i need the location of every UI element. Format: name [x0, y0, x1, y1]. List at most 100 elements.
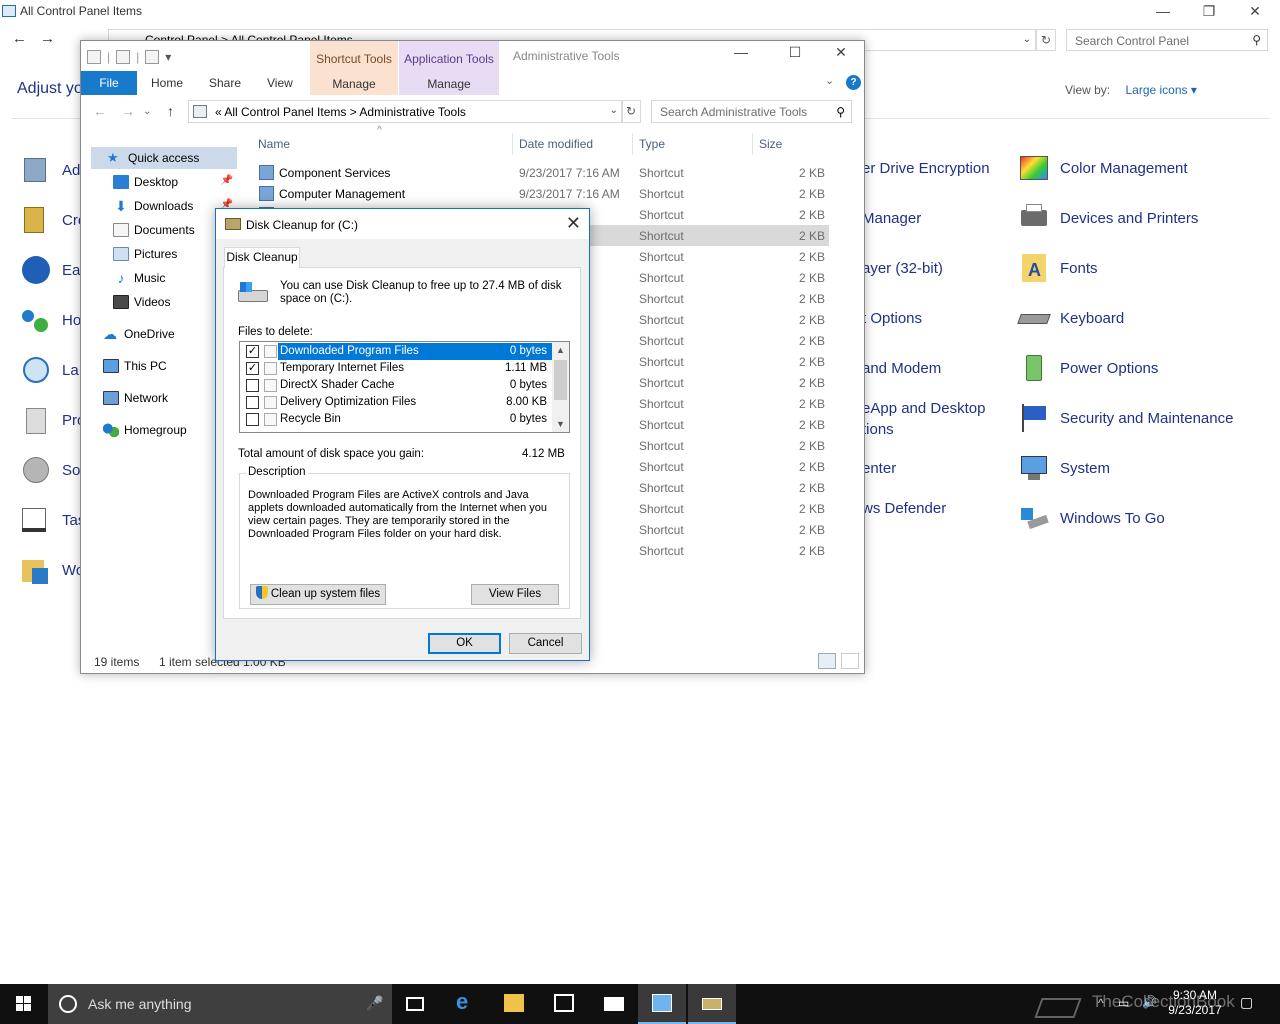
search-control-panel-input[interactable]: Search Control Panel ⚲ [1066, 29, 1268, 51]
maximize-icon[interactable]: ☐ [772, 41, 818, 65]
nav-documents[interactable]: Documents [81, 219, 237, 241]
properties-icon[interactable] [116, 50, 131, 64]
cp-item-taskbar[interactable]: Tas [20, 502, 85, 538]
cp-item-windows-defender[interactable]: ws Defender [862, 490, 946, 526]
network-tray-icon[interactable]: ▭ [1118, 996, 1129, 1010]
files-list-item[interactable]: DirectX Shader Cache 0 bytes [240, 377, 553, 394]
files-list-item[interactable]: ✓ Downloaded Program Files 0 bytes [240, 343, 553, 360]
nav-desktop[interactable]: Desktop 📌 [81, 171, 237, 193]
explorer-breadcrumb[interactable]: « All Control Panel Items > Administrati… [215, 105, 466, 119]
cp-item-system[interactable]: System [1018, 450, 1110, 486]
cp-item-ease-of-access[interactable]: Eas [20, 252, 88, 288]
files-list-item[interactable]: Delivery Optimization Files 8.00 KB [240, 394, 553, 411]
column-header-type[interactable]: Type [639, 137, 665, 159]
column-header-size[interactable]: Size [759, 137, 782, 159]
cp-item-internet-options[interactable]: t Options [862, 300, 922, 336]
cp-item-device-manager[interactable]: Manager [862, 200, 921, 236]
details-view-icon[interactable] [818, 653, 836, 669]
tab-home[interactable]: Home [151, 76, 183, 90]
files-list-item-text[interactable]: Downloaded Program Files 0 bytes [278, 343, 552, 360]
tab-view[interactable]: View [267, 76, 293, 90]
clean-up-system-files-button[interactable]: Clean up system files [250, 584, 386, 605]
scroll-down-icon[interactable]: ▼ [552, 416, 569, 432]
checkbox[interactable]: ✓ [246, 362, 259, 375]
list-scrollbar[interactable]: ▲ ▼ [552, 342, 569, 432]
files-list-item-text[interactable]: Delivery Optimization Files 8.00 KB [278, 394, 552, 411]
files-list-item-text[interactable]: Recycle Bin 0 bytes [278, 411, 552, 428]
cortana-search-box[interactable]: Ask me anything 🎤 [48, 984, 392, 1024]
tab-disk-cleanup[interactable]: Disk Cleanup [224, 247, 300, 268]
chevron-down-icon[interactable]: ⌄ [610, 105, 618, 116]
nav-this-pc[interactable]: This PC [81, 355, 237, 377]
search-icon[interactable]: ⚲ [1252, 33, 1261, 47]
volume-icon[interactable]: 🔊 [1142, 995, 1157, 1009]
chevron-down-icon[interactable]: ⌄ [1023, 34, 1031, 45]
cp-item-remoteapp[interactable]: eApp and Desktop tions [862, 398, 985, 440]
view-by-dropdown[interactable]: Large icons ▾ [1125, 83, 1196, 97]
taskbar-store[interactable] [540, 984, 588, 1024]
column-separator[interactable] [752, 133, 753, 155]
search-administrative-tools-input[interactable]: Search Administrative Tools ⚲ [651, 100, 852, 123]
cp-item-sync-center[interactable]: enter [862, 450, 896, 486]
cp-item-security-and-maintenance[interactable]: Security and Maintenance [1018, 400, 1233, 436]
cp-item-windows-to-go[interactable]: Windows To Go [1018, 500, 1165, 536]
minimize-icon[interactable]: — [718, 41, 764, 65]
scroll-thumb[interactable] [554, 360, 567, 400]
forward-arrow-icon[interactable]: → [121, 103, 135, 119]
refresh-icon[interactable]: ↻ [1036, 29, 1056, 51]
column-header-date-modified[interactable]: Date modified [519, 137, 593, 159]
pin-icon[interactable]: 📌 [221, 175, 233, 186]
files-list-item-text[interactable]: Temporary Internet Files 1.11 MB [278, 360, 552, 377]
nav-videos[interactable]: Videos [81, 291, 237, 313]
search-icon[interactable]: ⚲ [836, 105, 845, 119]
close-icon[interactable]: ✕ [566, 213, 581, 234]
cp-item-administrative-tools[interactable]: Ad [20, 152, 80, 188]
cp-item-bitlocker[interactable]: er Drive Encryption [862, 150, 990, 186]
task-view-button[interactable] [392, 984, 440, 1024]
taskbar-disk-cleanup[interactable] [688, 984, 736, 1024]
folder-settings-icon[interactable] [87, 50, 101, 64]
restore-icon[interactable]: ❐ [1186, 0, 1232, 24]
nav-network[interactable]: Network [81, 387, 237, 409]
recent-locations-icon[interactable]: ⌄ [143, 106, 151, 117]
nav-downloads[interactable]: ⬇ Downloads 📌 [81, 195, 237, 217]
help-icon[interactable]: ? [846, 75, 861, 90]
files-to-delete-list[interactable]: ✓ Downloaded Program Files 0 bytes ✓ Tempora… [239, 341, 570, 433]
cancel-button[interactable]: Cancel [509, 633, 582, 654]
cp-item-credential-manager[interactable]: Cre [20, 202, 86, 238]
cp-item-fonts[interactable]: A Fonts [1018, 250, 1098, 286]
refresh-icon[interactable]: ↻ [621, 100, 641, 123]
checkbox[interactable]: ✓ [246, 345, 259, 358]
nav-onedrive[interactable]: ☁ OneDrive [81, 323, 237, 345]
files-list-item-text[interactable]: DirectX Shader Cache 0 bytes [278, 377, 552, 394]
clock[interactable]: 9:30 AM 9/23/2017 [1160, 988, 1230, 1018]
cp-item-homegroup[interactable]: Ho [20, 302, 81, 338]
explorer-address-bar[interactable]: « All Control Panel Items > Administrati… [188, 100, 623, 123]
close-icon[interactable]: ✕ [1232, 0, 1278, 24]
cp-item-keyboard[interactable]: Keyboard [1017, 300, 1124, 336]
up-arrow-icon[interactable]: ↑ [167, 103, 174, 119]
ribbon-collapse-icon[interactable]: ⌄ [825, 74, 834, 87]
microphone-icon[interactable]: 🎤 [366, 995, 383, 1012]
cp-item-phone-and-modem[interactable]: and Modem [862, 350, 941, 386]
checkbox[interactable] [246, 413, 259, 426]
cp-item-sound[interactable]: So [20, 452, 80, 488]
file-row[interactable]: Computer Management 9/23/2017 7:16 AM Shor… [253, 183, 829, 204]
start-button[interactable] [0, 984, 48, 1024]
checkbox[interactable] [246, 379, 259, 392]
tab-share[interactable]: Share [209, 76, 241, 90]
taskbar-mail[interactable] [590, 984, 638, 1024]
new-folder-icon[interactable] [145, 50, 160, 64]
file-row[interactable]: Component Services 9/23/2017 7:16 AM Short… [253, 162, 829, 183]
taskbar-file-explorer[interactable] [490, 984, 538, 1024]
back-arrow-icon[interactable]: ← [12, 30, 27, 47]
show-hidden-icons-icon[interactable]: ^ [1098, 996, 1104, 1010]
taskbar-edge[interactable]: e [442, 984, 490, 1024]
minimize-icon[interactable]: — [1140, 0, 1186, 24]
cp-item-language[interactable]: La [20, 352, 79, 388]
large-icons-view-icon[interactable] [841, 653, 859, 669]
nav-music[interactable]: ♪ Music [81, 267, 237, 289]
ok-button[interactable]: OK [428, 633, 501, 654]
nav-quick-access[interactable]: ★ Quick access [91, 147, 237, 169]
files-list-item[interactable]: Recycle Bin 0 bytes [240, 411, 553, 428]
